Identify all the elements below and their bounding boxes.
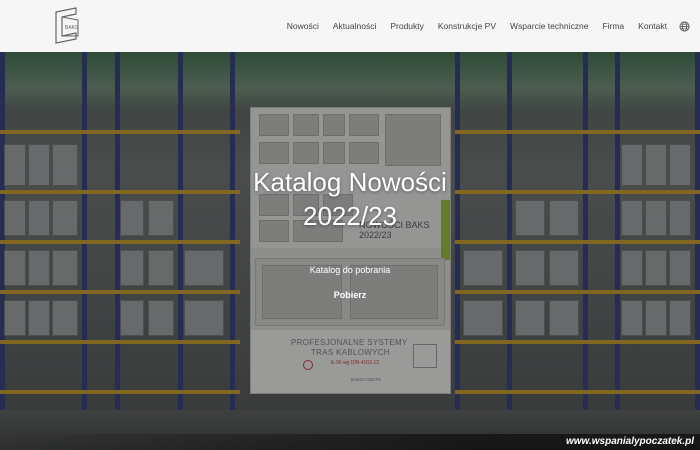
nav-item-nowosci[interactable]: Nowości	[287, 21, 319, 31]
globe-icon[interactable]	[679, 21, 690, 32]
download-button[interactable]: Pobierz	[310, 290, 390, 300]
hero-title: Katalog Nowości 2022/23	[200, 165, 500, 233]
main-nav: Nowości Aktualności Produkty Konstrukcje…	[273, 0, 690, 52]
nav-item-aktualnosci[interactable]: Aktualności	[333, 21, 376, 31]
nav-item-kontakt[interactable]: Kontakt	[638, 21, 667, 31]
hero-title-line-2: 2022/23	[303, 201, 397, 231]
nav-item-produkty[interactable]: Produkty	[390, 21, 424, 31]
nav-item-konstrukcje-pv[interactable]: Konstrukcje PV	[438, 21, 496, 31]
baks-logo-icon[interactable]: BAKS	[50, 6, 84, 46]
nav-item-wsparcie-techniczne[interactable]: Wsparcie techniczne	[510, 21, 588, 31]
nav-item-firma[interactable]: Firma	[602, 21, 624, 31]
hero-dark-overlay	[0, 52, 700, 450]
site-header: BAKS Nowości Aktualności Produkty Konstr…	[0, 0, 700, 52]
svg-text:BAKS: BAKS	[65, 25, 79, 31]
hero-title-line-1: Katalog Nowości	[253, 167, 447, 197]
watermark-text: www.wspanialypoczatek.pl	[566, 436, 694, 447]
watermark-bar: www.wspanialypoczatek.pl	[0, 434, 700, 450]
hero-subtitle: Katalog do pobrania	[309, 265, 391, 275]
hero-section: NOWOŚCI BAKS 2022/23 PROFESJONALNE SYSTE…	[0, 52, 700, 450]
